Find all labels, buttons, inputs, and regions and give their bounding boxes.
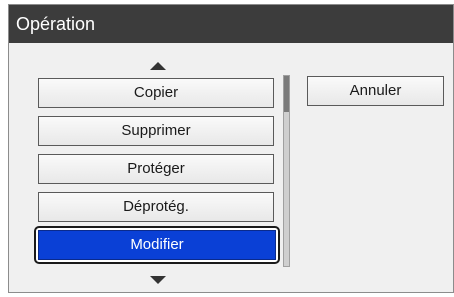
modify-button[interactable]: Modifier: [38, 230, 276, 260]
protect-button[interactable]: Protéger: [38, 154, 274, 184]
cancel-button[interactable]: Annuler: [307, 76, 444, 106]
unprotect-button[interactable]: Déprotég.: [38, 192, 274, 222]
scroll-down-arrow-icon[interactable]: [150, 276, 166, 284]
scrollbar-track[interactable]: [283, 75, 290, 267]
scrollbar-thumb[interactable]: [284, 76, 289, 112]
operation-dialog: Opération Copier Supprimer Protéger Dépr…: [8, 4, 454, 293]
scroll-up-arrow-icon[interactable]: [150, 62, 166, 70]
delete-button[interactable]: Supprimer: [38, 116, 274, 146]
copy-button[interactable]: Copier: [38, 78, 274, 108]
modify-button-focus-frame: Modifier: [34, 226, 280, 264]
dialog-title: Opération: [9, 5, 453, 43]
